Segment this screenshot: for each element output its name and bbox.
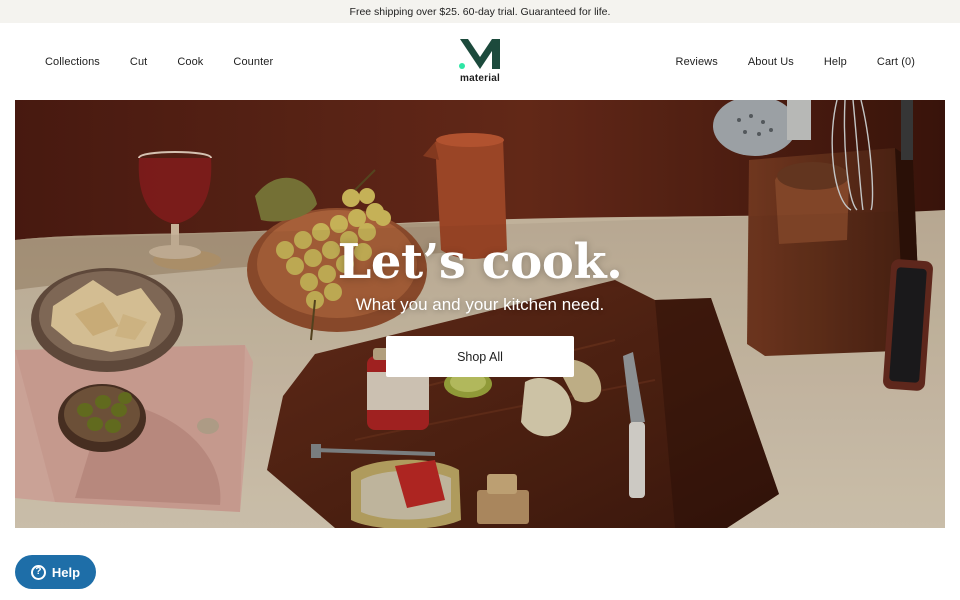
nav-help[interactable]: Help xyxy=(824,56,847,68)
utility-nav: Reviews About Us Help Cart (0) xyxy=(646,23,915,100)
material-logo-icon xyxy=(459,39,500,69)
shop-all-button[interactable]: Shop All xyxy=(386,336,574,377)
nav-cart[interactable]: Cart (0) xyxy=(877,56,915,68)
nav-about-us[interactable]: About Us xyxy=(748,56,794,68)
brand-logo[interactable]: material xyxy=(455,37,505,89)
nav-cook[interactable]: Cook xyxy=(177,56,203,68)
hero-banner: Let’s cook. What you and your kitchen ne… xyxy=(15,100,945,528)
question-mark-icon: ? xyxy=(30,564,46,580)
hero-kitchen-photo xyxy=(15,100,945,528)
nav-collections[interactable]: Collections xyxy=(45,56,100,68)
announcement-text: Free shipping over $25. 60-day trial. Gu… xyxy=(349,5,611,18)
announcement-bar: Free shipping over $25. 60-day trial. Gu… xyxy=(0,0,960,23)
nav-counter[interactable]: Counter xyxy=(233,56,273,68)
primary-nav: Collections Cut Cook Counter xyxy=(45,23,303,100)
site-header: Collections Cut Cook Counter material Re… xyxy=(0,23,960,100)
help-widget-label: Help xyxy=(51,564,81,580)
logo-wordmark: material xyxy=(460,73,500,84)
nav-cut[interactable]: Cut xyxy=(130,56,147,68)
nav-reviews[interactable]: Reviews xyxy=(676,56,718,68)
help-widget-button[interactable]: ? Help xyxy=(15,555,96,589)
